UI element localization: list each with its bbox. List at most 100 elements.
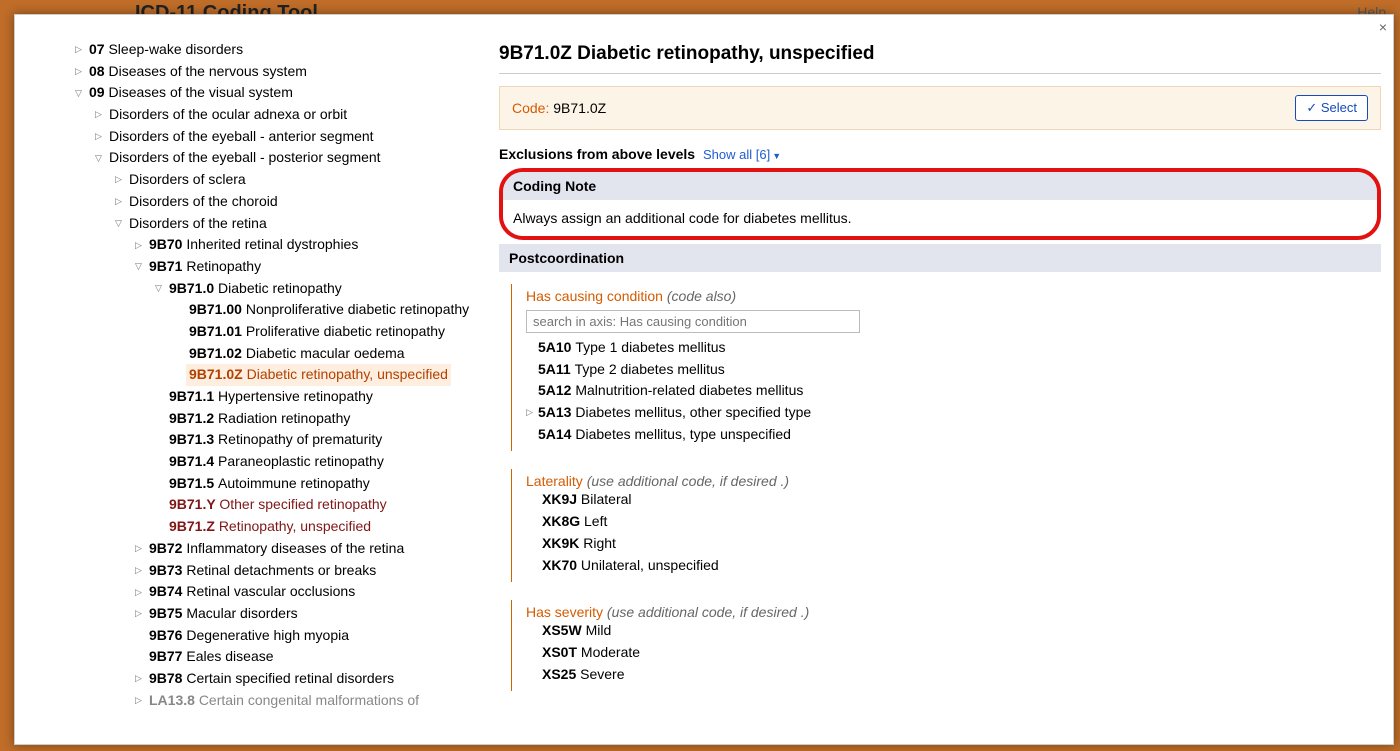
axis-item[interactable]: XK9K Right: [526, 533, 1381, 555]
tree-node-code: 9B71.0: [169, 280, 218, 296]
tree-node[interactable]: ▽9B71.0 Diabetic retinopathy: [55, 278, 479, 300]
select-button[interactable]: ✓ Select: [1295, 95, 1368, 121]
tree-node[interactable]: 9B71.Y Other specified retinopathy: [55, 494, 479, 516]
tree-node[interactable]: ▷LA13.8 Certain congenital malformations…: [55, 690, 479, 712]
tree-node[interactable]: 9B71.4 Paraneoplastic retinopathy: [55, 451, 479, 473]
code-box: Code: 9B71.0Z ✓ Select: [499, 86, 1381, 130]
expand-icon[interactable]: ▷: [115, 173, 129, 187]
axis-item[interactable]: 5A14 Diabetes mellitus, type unspecified: [526, 424, 1381, 446]
expand-icon[interactable]: ▷: [135, 542, 149, 556]
expand-icon[interactable]: ▷: [75, 43, 89, 57]
collapse-icon[interactable]: ▽: [75, 87, 89, 101]
tree-node[interactable]: 9B71.01 Proliferative diabetic retinopat…: [55, 321, 479, 343]
tree-node[interactable]: ▷9B72 Inflammatory diseases of the retin…: [55, 538, 479, 560]
expand-icon[interactable]: ▷: [135, 586, 149, 600]
tree-node[interactable]: ▷Disorders of the ocular adnexa or orbit: [55, 104, 479, 126]
axis-item-code: XS25: [542, 666, 580, 682]
axis-item[interactable]: XS5W Mild: [526, 620, 1381, 642]
tree-node[interactable]: 9B76 Degenerative high myopia: [55, 625, 479, 647]
expand-icon[interactable]: ▷: [75, 65, 89, 79]
tree-node[interactable]: ▷9B78 Certain specified retinal disorder…: [55, 668, 479, 690]
tree-node[interactable]: ▷08 Diseases of the nervous system: [55, 61, 479, 83]
axis-item[interactable]: XK9J Bilateral: [526, 489, 1381, 511]
tree-node[interactable]: ▽9B71 Retinopathy: [55, 256, 479, 278]
expand-icon[interactable]: ▷: [526, 406, 538, 420]
tree-node[interactable]: ▽Disorders of the retina: [55, 213, 479, 235]
tree-node-code: 9B71.Y: [169, 496, 219, 512]
tree-node[interactable]: 9B71.0Z Diabetic retinopathy, unspecifie…: [55, 364, 479, 386]
postcoord-axis: Laterality (use additional code, if desi…: [511, 469, 1381, 582]
hierarchy-tree-pane[interactable]: ▷07 Sleep-wake disorders▷08 Diseases of …: [15, 35, 487, 744]
tree-node[interactable]: ▷9B75 Macular disorders: [55, 603, 479, 625]
tree-node[interactable]: ▽Disorders of the eyeball - posterior se…: [55, 147, 479, 169]
tree-node[interactable]: 9B71.5 Autoimmune retinopathy: [55, 473, 479, 495]
code-label: Code:: [512, 100, 549, 116]
axis-item[interactable]: 5A10 Type 1 diabetes mellitus: [526, 337, 1381, 359]
axis-item[interactable]: XS25 Severe: [526, 664, 1381, 686]
tree-node[interactable]: ▽09 Diseases of the visual system: [55, 82, 479, 104]
tree-node[interactable]: 9B71.2 Radiation retinopathy: [55, 408, 479, 430]
tree-node[interactable]: ▷9B73 Retinal detachments or breaks: [55, 560, 479, 582]
show-all-link[interactable]: Show all [6]▼: [703, 147, 781, 162]
tree-node-code: LA13.8: [149, 692, 199, 708]
exclusions-row: Exclusions from above levels Show all [6…: [499, 146, 1381, 162]
expand-icon[interactable]: ▷: [135, 672, 149, 686]
tree-node-code: 9B71.3: [169, 431, 218, 447]
tree-node[interactable]: ▷9B74 Retinal vascular occlusions: [55, 581, 479, 603]
expand-icon[interactable]: ▷: [95, 108, 109, 122]
expand-icon[interactable]: ▷: [135, 694, 149, 708]
collapse-icon[interactable]: ▽: [115, 217, 129, 231]
tree-node[interactable]: ▷9B70 Inherited retinal dystrophies: [55, 234, 479, 256]
expand-icon[interactable]: ▷: [135, 607, 149, 621]
collapse-icon[interactable]: ▽: [95, 152, 109, 166]
expand-icon[interactable]: ▷: [135, 564, 149, 578]
axis-item-label: Moderate: [581, 644, 640, 660]
tree-node-label: Inflammatory diseases of the retina: [186, 540, 404, 556]
axis-item-label: Severe: [580, 666, 624, 682]
coding-note-body: Always assign an additional code for dia…: [503, 200, 1377, 236]
axis-item-code: XS5W: [542, 622, 586, 638]
tree-node[interactable]: 9B71.3 Retinopathy of prematurity: [55, 429, 479, 451]
chevron-down-icon: ▼: [772, 151, 781, 161]
tree-node-code: 9B76: [149, 627, 186, 643]
tree-node[interactable]: ▷Disorders of the choroid: [55, 191, 479, 213]
tree-node-code: 9B75: [149, 605, 186, 621]
collapse-icon[interactable]: ▽: [135, 260, 149, 274]
detail-pane[interactable]: 9B71.0Z Diabetic retinopathy, unspecifie…: [487, 35, 1393, 744]
expand-icon[interactable]: ▷: [115, 195, 129, 209]
expand-icon[interactable]: ▷: [95, 130, 109, 144]
collapse-icon[interactable]: ▽: [155, 282, 169, 296]
tree-node-label: Disorders of the ocular adnexa or orbit: [109, 106, 347, 122]
axis-item[interactable]: 5A12 Malnutrition-related diabetes melli…: [526, 380, 1381, 402]
tree-node[interactable]: 9B71.02 Diabetic macular oedema: [55, 343, 479, 365]
axis-hint: (code also): [667, 288, 736, 304]
tree-node[interactable]: 9B71.1 Hypertensive retinopathy: [55, 386, 479, 408]
close-icon[interactable]: ×: [1379, 19, 1387, 35]
tree-node-code: 08: [89, 63, 108, 79]
axis-title: Has causing condition: [526, 288, 667, 304]
axis-item-code: 5A12: [538, 382, 575, 398]
tree-node-code: 9B71.02: [189, 345, 246, 361]
axis-item[interactable]: XK70 Unilateral, unspecified: [526, 555, 1381, 577]
tree-node-code: 9B78: [149, 670, 186, 686]
tree-node[interactable]: ▷Disorders of the eyeball - anterior seg…: [55, 126, 479, 148]
tree-node-label: Inherited retinal dystrophies: [186, 236, 358, 252]
tree-node[interactable]: 9B71.Z Retinopathy, unspecified: [55, 516, 479, 538]
tree-node-label: Disorders of the choroid: [129, 193, 278, 209]
tree-node-label: Diabetic macular oedema: [246, 345, 405, 361]
expand-icon[interactable]: ▷: [135, 239, 149, 253]
tree-node[interactable]: 9B71.00 Nonproliferative diabetic retino…: [55, 299, 479, 321]
axis-item[interactable]: ▷5A13 Diabetes mellitus, other specified…: [526, 402, 1381, 424]
axis-search-input[interactable]: [526, 310, 860, 333]
axis-item-code: XK8G: [542, 513, 584, 529]
axis-item[interactable]: 5A11 Type 2 diabetes mellitus: [526, 359, 1381, 381]
tree-node[interactable]: 9B77 Eales disease: [55, 646, 479, 668]
tree-node[interactable]: ▷07 Sleep-wake disorders: [55, 39, 479, 61]
tree-node-label: Other specified retinopathy: [219, 496, 386, 512]
coding-note-header: Coding Note: [503, 172, 1377, 200]
tree-node[interactable]: ▷Disorders of sclera: [55, 169, 479, 191]
tree-node-label: Diseases of the visual system: [108, 84, 292, 100]
axis-item[interactable]: XS0T Moderate: [526, 642, 1381, 664]
axis-item[interactable]: XK8G Left: [526, 511, 1381, 533]
axis-item-code: XS0T: [542, 644, 581, 660]
